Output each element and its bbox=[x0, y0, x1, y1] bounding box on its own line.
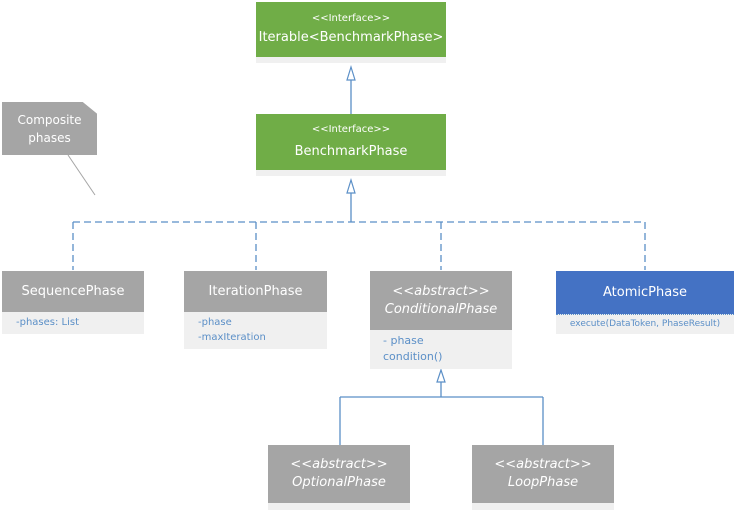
class-benchmark-phase[interactable]: <<Interface>> BenchmarkPhase bbox=[256, 114, 446, 176]
class-name: AtomicPhase bbox=[603, 284, 687, 300]
connectors bbox=[67, 64, 646, 445]
class-body bbox=[268, 503, 410, 510]
attribute: -maxIteration bbox=[198, 332, 266, 343]
class-body bbox=[472, 503, 614, 510]
class-iterable[interactable]: <<Interface>> Iterable<BenchmarkPhase> bbox=[256, 2, 446, 63]
class-name: OptionalPhase bbox=[292, 475, 386, 490]
class-sequence-phase[interactable]: SequencePhase -phases: List bbox=[2, 271, 144, 334]
class-name: Iterable<BenchmarkPhase> bbox=[258, 30, 444, 45]
class-iteration-phase[interactable]: IterationPhase -phase -maxIteration bbox=[184, 271, 327, 349]
attribute: -phase bbox=[198, 317, 232, 328]
note-anchor-line bbox=[67, 154, 96, 196]
attribute: - phase bbox=[383, 334, 424, 347]
note-line-2: phases bbox=[28, 130, 71, 145]
composite-phases-note[interactable]: Composite phases bbox=[2, 102, 97, 155]
generalization-arrowhead bbox=[346, 64, 356, 81]
note-line-1: Composite bbox=[17, 112, 82, 127]
class-header: <<abstract>> LoopPhase bbox=[472, 445, 614, 503]
class-name: LoopPhase bbox=[507, 475, 579, 490]
class-loop-phase[interactable]: <<abstract>> LoopPhase bbox=[472, 445, 614, 510]
generalization-arrowhead-conditional bbox=[436, 368, 446, 383]
class-body bbox=[256, 170, 446, 176]
class-body bbox=[256, 57, 446, 63]
realization-arrowhead bbox=[346, 177, 356, 194]
stereotype-label: <<abstract>> bbox=[290, 457, 388, 472]
class-header: AtomicPhase bbox=[556, 271, 734, 314]
class-name: SequencePhase bbox=[21, 283, 125, 299]
stereotype-label: <<Interface>> bbox=[311, 124, 391, 135]
stereotype-label: <<Interface>> bbox=[311, 13, 391, 24]
class-header: <<abstract>> ConditionalPhase bbox=[370, 271, 512, 330]
class-name: BenchmarkPhase bbox=[294, 144, 408, 159]
class-attributes: - phase condition() bbox=[370, 330, 512, 369]
class-header: IterationPhase bbox=[184, 271, 327, 312]
class-header: <<abstract>> OptionalPhase bbox=[268, 445, 410, 503]
class-header: <<Interface>> BenchmarkPhase bbox=[256, 114, 446, 170]
class-header: SequencePhase bbox=[2, 271, 144, 312]
class-atomic-phase[interactable]: AtomicPhase execute(DataToken, PhaseResu… bbox=[556, 271, 734, 334]
class-name: IterationPhase bbox=[208, 283, 303, 299]
class-attributes: -phase -maxIteration bbox=[184, 312, 327, 349]
class-header: <<Interface>> Iterable<BenchmarkPhase> bbox=[256, 2, 446, 57]
class-attributes: -phases: List bbox=[2, 312, 144, 334]
method: condition() bbox=[383, 350, 443, 363]
stereotype-label: <<abstract>> bbox=[392, 283, 490, 299]
class-optional-phase[interactable]: <<abstract>> OptionalPhase bbox=[268, 445, 410, 510]
class-methods: execute(DataToken, PhaseResult) bbox=[556, 314, 734, 334]
class-conditional-phase[interactable]: <<abstract>> ConditionalPhase - phase co… bbox=[370, 271, 512, 369]
method: execute(DataToken, PhaseResult) bbox=[569, 319, 721, 329]
attribute: -phases: List bbox=[16, 317, 80, 328]
stereotype-label: <<abstract>> bbox=[494, 457, 592, 472]
class-name: ConditionalPhase bbox=[384, 301, 498, 317]
